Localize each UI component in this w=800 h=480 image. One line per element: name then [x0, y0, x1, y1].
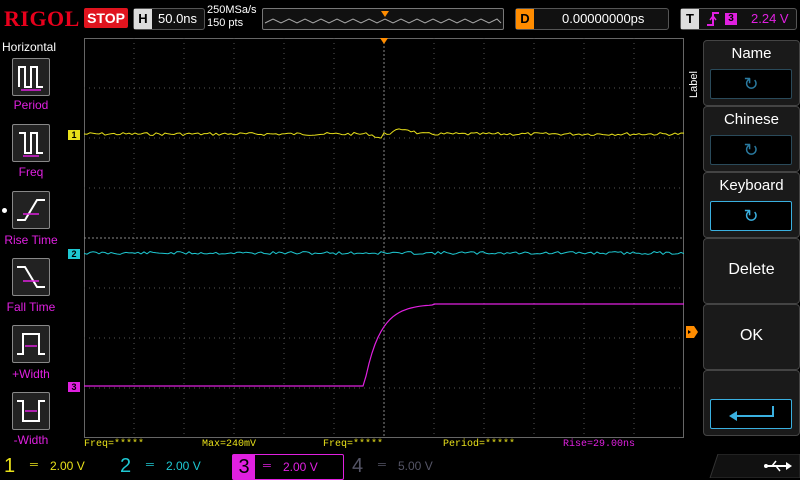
waveform-position-track[interactable]: [262, 8, 504, 30]
neg-width-label: -Width: [13, 433, 49, 447]
horizontal-title: Horizontal: [2, 40, 57, 54]
ch3-offset-marker[interactable]: 3: [68, 382, 80, 392]
selected-dot-icon: [2, 208, 7, 213]
ch2-offset-marker[interactable]: 2: [68, 249, 80, 259]
ch1-scale: 2.00 V: [50, 459, 85, 473]
period-icon: [18, 66, 43, 91]
ch3-number: 3: [233, 455, 255, 479]
trigger-level: 2.24 V: [751, 11, 789, 26]
freq-measure-button[interactable]: [12, 124, 50, 162]
freq-icon: [19, 132, 43, 157]
ch1-number: 1: [4, 455, 16, 477]
ch2-scale: 2.00 V: [166, 459, 201, 473]
menu-keyboard-label: Keyboard: [719, 177, 784, 194]
ch4-number: 4: [352, 455, 364, 477]
delay-box[interactable]: D 0.00000000ps: [515, 8, 669, 30]
sample-info: 250MSa/s 150 pts: [207, 4, 257, 30]
fall-time-icon: [17, 266, 45, 288]
rising-edge-icon: [707, 12, 719, 26]
ch2-status[interactable]: 2 ═ 2.00 V: [116, 454, 226, 478]
ch2-number: 2: [120, 455, 132, 477]
menu-chinese-button[interactable]: Chinese ↻: [703, 106, 800, 172]
trigger-level-marker-icon[interactable]: [686, 326, 698, 338]
ch4-status[interactable]: 4 ═ 5.00 V: [348, 454, 458, 478]
enter-return-icon: [710, 399, 792, 429]
dc-coupling-icon: ═: [378, 459, 386, 471]
menu-enter-button[interactable]: [703, 370, 800, 436]
menu-ok-label: OK: [739, 327, 764, 344]
status-tab: [709, 454, 800, 478]
waveform-display[interactable]: [84, 38, 684, 438]
rise-time-label: Rise Time: [4, 233, 58, 247]
trigger-box[interactable]: T 3 2.24 V: [680, 8, 797, 30]
rise-time-measure-button[interactable]: [12, 191, 50, 229]
menu-keyboard-button[interactable]: Keyboard ↻: [703, 172, 800, 238]
dc-coupling-icon: ═: [30, 459, 38, 471]
menu-section-label: Label: [688, 71, 700, 98]
ch3-waveform: [84, 303, 684, 387]
menu-delete-button[interactable]: Delete: [703, 238, 800, 304]
menu-name-button[interactable]: Name ↻: [703, 40, 800, 106]
measurement-strip: Freq=***** Max=240mV Freq=***** Period=*…: [84, 438, 684, 452]
menu-delete-label: Delete: [728, 261, 775, 278]
ch3-scale: 2.00 V: [283, 460, 318, 474]
ch3-status[interactable]: 3 ═ 2.00 V: [232, 454, 344, 480]
delay-tag: D: [516, 9, 534, 29]
horizontal-tag: H: [134, 9, 152, 29]
menu-ok-button[interactable]: OK: [703, 304, 800, 370]
graticule: [84, 38, 684, 438]
measure-freq-2[interactable]: Freq=*****: [323, 439, 383, 450]
period-label: Period: [13, 98, 49, 112]
menu-name-label: Name: [731, 45, 772, 62]
measure-max[interactable]: Max=240mV: [202, 439, 256, 450]
ch1-status[interactable]: 1 ═ 2.00 V: [0, 454, 110, 478]
measure-rise[interactable]: Rise=29.00ns: [563, 439, 635, 450]
rigol-logo: RIGOL: [4, 6, 80, 31]
sample-rate: 250MSa/s: [207, 4, 257, 16]
trigger-tag: T: [681, 9, 699, 29]
pos-width-label: +Width: [12, 367, 50, 381]
measure-freq-1[interactable]: Freq=*****: [84, 439, 144, 450]
pos-width-measure-button[interactable]: [12, 325, 50, 363]
rotate-knob-icon: ↻: [710, 69, 792, 99]
timebase-box[interactable]: H 50.0ns: [133, 8, 205, 30]
run-stop-indicator[interactable]: STOP: [84, 8, 128, 28]
fall-time-label: Fall Time: [6, 300, 56, 314]
neg-width-measure-button[interactable]: [12, 392, 50, 430]
rise-time-icon: [17, 199, 45, 221]
enter-arrow-icon: [729, 406, 774, 421]
trigger-source-number: 3: [725, 13, 737, 25]
freq-label: Freq: [18, 165, 44, 179]
delay-value: 0.00000000ps: [562, 11, 645, 26]
trigger-time-marker-icon: [380, 38, 388, 44]
fall-time-measure-button[interactable]: [12, 258, 50, 296]
menu-chinese-label: Chinese: [723, 111, 780, 128]
measure-period[interactable]: Period=*****: [443, 439, 515, 450]
positive-width-icon: [17, 333, 45, 355]
ch4-scale: 5.00 V: [398, 459, 433, 473]
memory-points: 150 pts: [207, 17, 244, 29]
period-measure-button[interactable]: [12, 58, 50, 96]
timebase-value: 50.0ns: [158, 11, 198, 26]
memory-overview-icon: [264, 11, 502, 24]
dc-coupling-icon: ═: [146, 459, 154, 471]
rotate-knob-icon: ↻: [710, 135, 792, 165]
dc-coupling-icon: ═: [263, 460, 271, 472]
negative-width-icon: [17, 400, 45, 422]
rotate-knob-icon: ↻: [710, 201, 792, 231]
ch1-offset-marker[interactable]: 1: [68, 130, 80, 140]
